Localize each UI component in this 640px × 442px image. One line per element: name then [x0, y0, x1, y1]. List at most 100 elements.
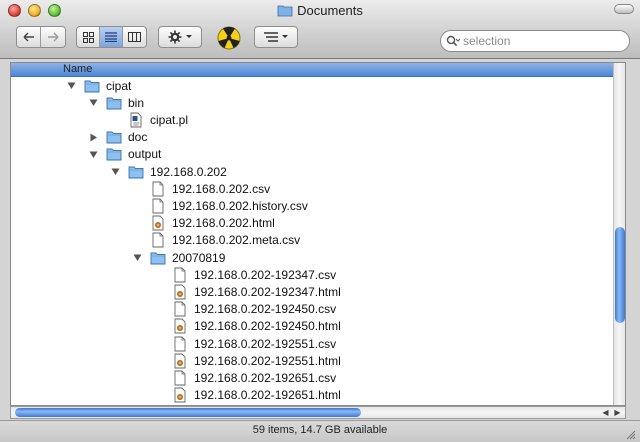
- script-file-icon: [130, 112, 142, 128]
- file-row[interactable]: 192.168.0.202-192651.html: [154, 387, 341, 404]
- row-label: 192.168.0.202-192450.html: [194, 319, 341, 334]
- search-field[interactable]: selection: [440, 30, 630, 52]
- document-icon: [152, 198, 164, 214]
- file-row[interactable]: 192.168.0.202.meta.csv: [132, 232, 300, 249]
- row-label: 192.168.0.202.history.csv: [172, 198, 308, 213]
- icon-view-button[interactable]: [77, 27, 100, 47]
- folder-icon: [106, 97, 122, 110]
- folder-icon: [277, 5, 293, 17]
- arrange-menu-button[interactable]: [254, 26, 298, 48]
- row-label: 192.168.0.202-192450.csv: [194, 302, 337, 317]
- disclosure-open-icon[interactable]: [88, 98, 98, 108]
- status-bar: 59 items, 14.7 GB available: [0, 420, 640, 442]
- document-icon: [152, 232, 164, 248]
- column-view-button[interactable]: [123, 27, 146, 47]
- file-list: Name cipat bin cipat.pl doc output 192.168.0.…: [10, 62, 626, 406]
- vertical-scrollbar[interactable]: [613, 63, 625, 405]
- folder-row[interactable]: 20070819: [132, 249, 225, 266]
- folder-icon: [106, 131, 122, 144]
- disclosure-spacer: [110, 115, 120, 125]
- row-label: cipat.pl: [150, 112, 189, 127]
- forward-button[interactable]: [41, 27, 65, 47]
- disclosure-spacer: [154, 390, 164, 400]
- disclosure-open-icon[interactable]: [88, 149, 98, 159]
- window-title: Documents: [297, 3, 363, 18]
- list-view-icon: [105, 32, 117, 42]
- disclosure-spacer: [154, 287, 164, 297]
- back-forward-control: [16, 26, 66, 48]
- scroll-left-arrow[interactable]: ◀: [600, 407, 611, 418]
- disclosure-spacer: [154, 373, 164, 383]
- back-arrow-icon: [23, 32, 34, 42]
- file-row[interactable]: 192.168.0.202.history.csv: [132, 197, 308, 214]
- row-label: 192.168.0.202: [150, 164, 227, 179]
- view-mode-control: [76, 26, 147, 48]
- disclosure-open-icon[interactable]: [132, 253, 142, 263]
- document-icon: [174, 370, 186, 386]
- folder-icon: [106, 148, 122, 161]
- file-row[interactable]: 192.168.0.202-192450.html: [154, 318, 341, 335]
- horizontal-scrollbar[interactable]: ◀ ▶: [10, 406, 626, 419]
- file-row[interactable]: cipat.pl: [110, 111, 188, 128]
- chevron-down-icon: [281, 35, 288, 38]
- arrange-icon: [263, 32, 278, 42]
- finder-window: Documents selection Name cipat bin cipat…: [0, 0, 640, 442]
- document-icon: [152, 181, 164, 197]
- document-icon: [174, 267, 186, 283]
- search-icon: [446, 35, 460, 47]
- row-label: 192.168.0.202-192551.html: [194, 353, 341, 368]
- window-title-area: Documents: [0, 3, 640, 18]
- disclosure-open-icon[interactable]: [66, 81, 76, 91]
- resize-grip-icon[interactable]: [624, 428, 636, 440]
- horizontal-scroll-thumb[interactable]: [15, 408, 361, 417]
- disclosure-spacer: [132, 184, 142, 194]
- disclosure-closed-icon[interactable]: [88, 132, 98, 142]
- vertical-scroll-thumb[interactable]: [615, 227, 625, 323]
- row-label: 192.168.0.202.csv: [172, 181, 271, 196]
- forward-arrow-icon: [48, 32, 59, 42]
- gear-icon: [168, 30, 181, 44]
- column-header-name[interactable]: Name: [11, 63, 615, 77]
- html-file-icon: [174, 318, 186, 334]
- scroll-right-arrow[interactable]: ▶: [612, 407, 623, 418]
- row-label: 192.168.0.202-192551.csv: [194, 336, 337, 351]
- disclosure-spacer: [154, 339, 164, 349]
- disclosure-spacer: [154, 356, 164, 366]
- row-label: doc: [128, 130, 148, 145]
- file-row[interactable]: 192.168.0.202-192551.csv: [154, 335, 336, 352]
- folder-row[interactable]: doc: [88, 129, 147, 146]
- file-row[interactable]: 192.168.0.202.html: [132, 215, 275, 232]
- disclosure-spacer: [132, 235, 142, 245]
- document-icon: [174, 336, 186, 351]
- file-row[interactable]: 192.168.0.202-192450.csv: [154, 301, 336, 318]
- html-file-icon: [174, 353, 186, 369]
- disclosure-spacer: [132, 201, 142, 211]
- file-row[interactable]: 192.168.0.202-192347.csv: [154, 266, 336, 283]
- burn-icon[interactable]: [217, 26, 241, 50]
- row-label: 192.168.0.202.html: [172, 216, 275, 231]
- disclosure-spacer: [154, 304, 164, 314]
- disclosure-open-icon[interactable]: [110, 167, 120, 177]
- folder-row[interactable]: cipat: [66, 77, 131, 94]
- status-text: 59 items, 14.7 GB available: [252, 424, 388, 436]
- folder-row[interactable]: output: [88, 146, 161, 163]
- file-row[interactable]: 192.168.0.202-192651.csv: [154, 369, 336, 386]
- list-view-button[interactable]: [100, 27, 123, 47]
- back-button[interactable]: [17, 27, 42, 47]
- action-menu-button[interactable]: [158, 26, 202, 48]
- file-row[interactable]: 192.168.0.202.csv: [132, 180, 270, 197]
- row-label: 20070819: [172, 250, 226, 265]
- row-label: bin: [128, 95, 145, 110]
- folder-row[interactable]: bin: [88, 94, 144, 111]
- html-file-icon: [174, 284, 186, 300]
- row-label: cipat: [106, 78, 132, 93]
- title-toolbar: Documents selection: [0, 0, 640, 59]
- html-file-icon: [152, 215, 164, 231]
- folder-icon: [128, 166, 144, 178]
- row-label: 192.168.0.202-192651.html: [194, 388, 341, 403]
- file-row[interactable]: 192.168.0.202-192347.html: [154, 283, 341, 300]
- row-label: 192.168.0.202-192347.html: [194, 284, 341, 299]
- file-row[interactable]: 192.168.0.202-192551.html: [154, 352, 341, 369]
- folder-icon: [84, 80, 100, 92]
- folder-row[interactable]: 192.168.0.202: [110, 163, 227, 180]
